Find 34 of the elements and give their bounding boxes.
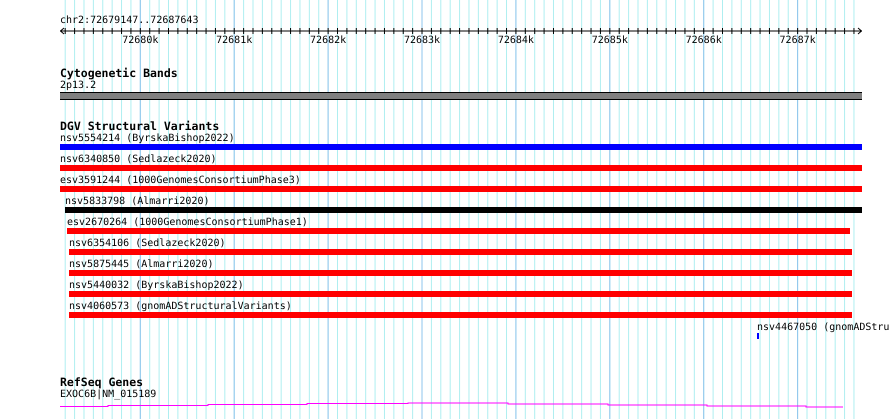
track-title: RefSeq Genes xyxy=(60,376,144,389)
variant-label: nsv5554214 (ByrskaBishop2022) xyxy=(60,133,235,144)
variant-label: esv3591244 (1000GenomesConsortiumPhase3) xyxy=(60,175,301,186)
variant-label: nsv6354106 (Sedlazeck2020) xyxy=(69,238,226,249)
band-label: 2p13.2 xyxy=(60,80,96,91)
variant-bar[interactable] xyxy=(60,165,862,171)
variant-label: esv2670264 (1000GenomesConsortiumPhase1) xyxy=(67,217,308,228)
variant-label: nsv5833798 (Almarri2020) xyxy=(65,196,210,207)
scale-tick-label: 72683k xyxy=(404,35,440,47)
variant-bar[interactable] xyxy=(60,144,862,150)
variant-label: nsv5875445 (Almarri2020) xyxy=(69,259,214,270)
track-title: DGV Structural Variants xyxy=(60,120,220,133)
variant-bar[interactable] xyxy=(69,249,852,255)
band-bar[interactable] xyxy=(60,92,862,100)
scale-tick-label: 72680k xyxy=(122,35,158,47)
variant-label: nsv4060573 (gnomADStructuralVariants) xyxy=(69,301,292,312)
scale-tick-label: 72682k xyxy=(310,35,346,47)
scale-tick-label: 72687k xyxy=(780,35,816,47)
variant-label: nsv5440032 (ByrskaBishop2022) xyxy=(69,280,244,291)
scale-tick-label: 72684k xyxy=(498,35,534,47)
variant-bar[interactable] xyxy=(69,270,852,276)
variant-label: nsv4467050 (gnomADStru xyxy=(757,322,890,333)
variant-bar[interactable] xyxy=(65,207,862,213)
variant-bar[interactable] xyxy=(69,291,852,297)
gene-label: EXOC6B|NM_015189 xyxy=(60,389,156,400)
scale-tick-label: 72685k xyxy=(592,35,628,47)
track-title: Cytogenetic Bands xyxy=(60,67,179,80)
location-label: chr2:72679147..72687643 xyxy=(60,15,200,26)
variant-bar[interactable] xyxy=(67,228,850,234)
variant-label: nsv6340850 (Sedlazeck2020) xyxy=(60,154,217,165)
scale-tick-label: 72681k xyxy=(216,35,252,47)
variant-bar[interactable] xyxy=(60,186,862,192)
variant-bar[interactable] xyxy=(69,312,852,318)
scale-tick-label: 72686k xyxy=(686,35,722,47)
